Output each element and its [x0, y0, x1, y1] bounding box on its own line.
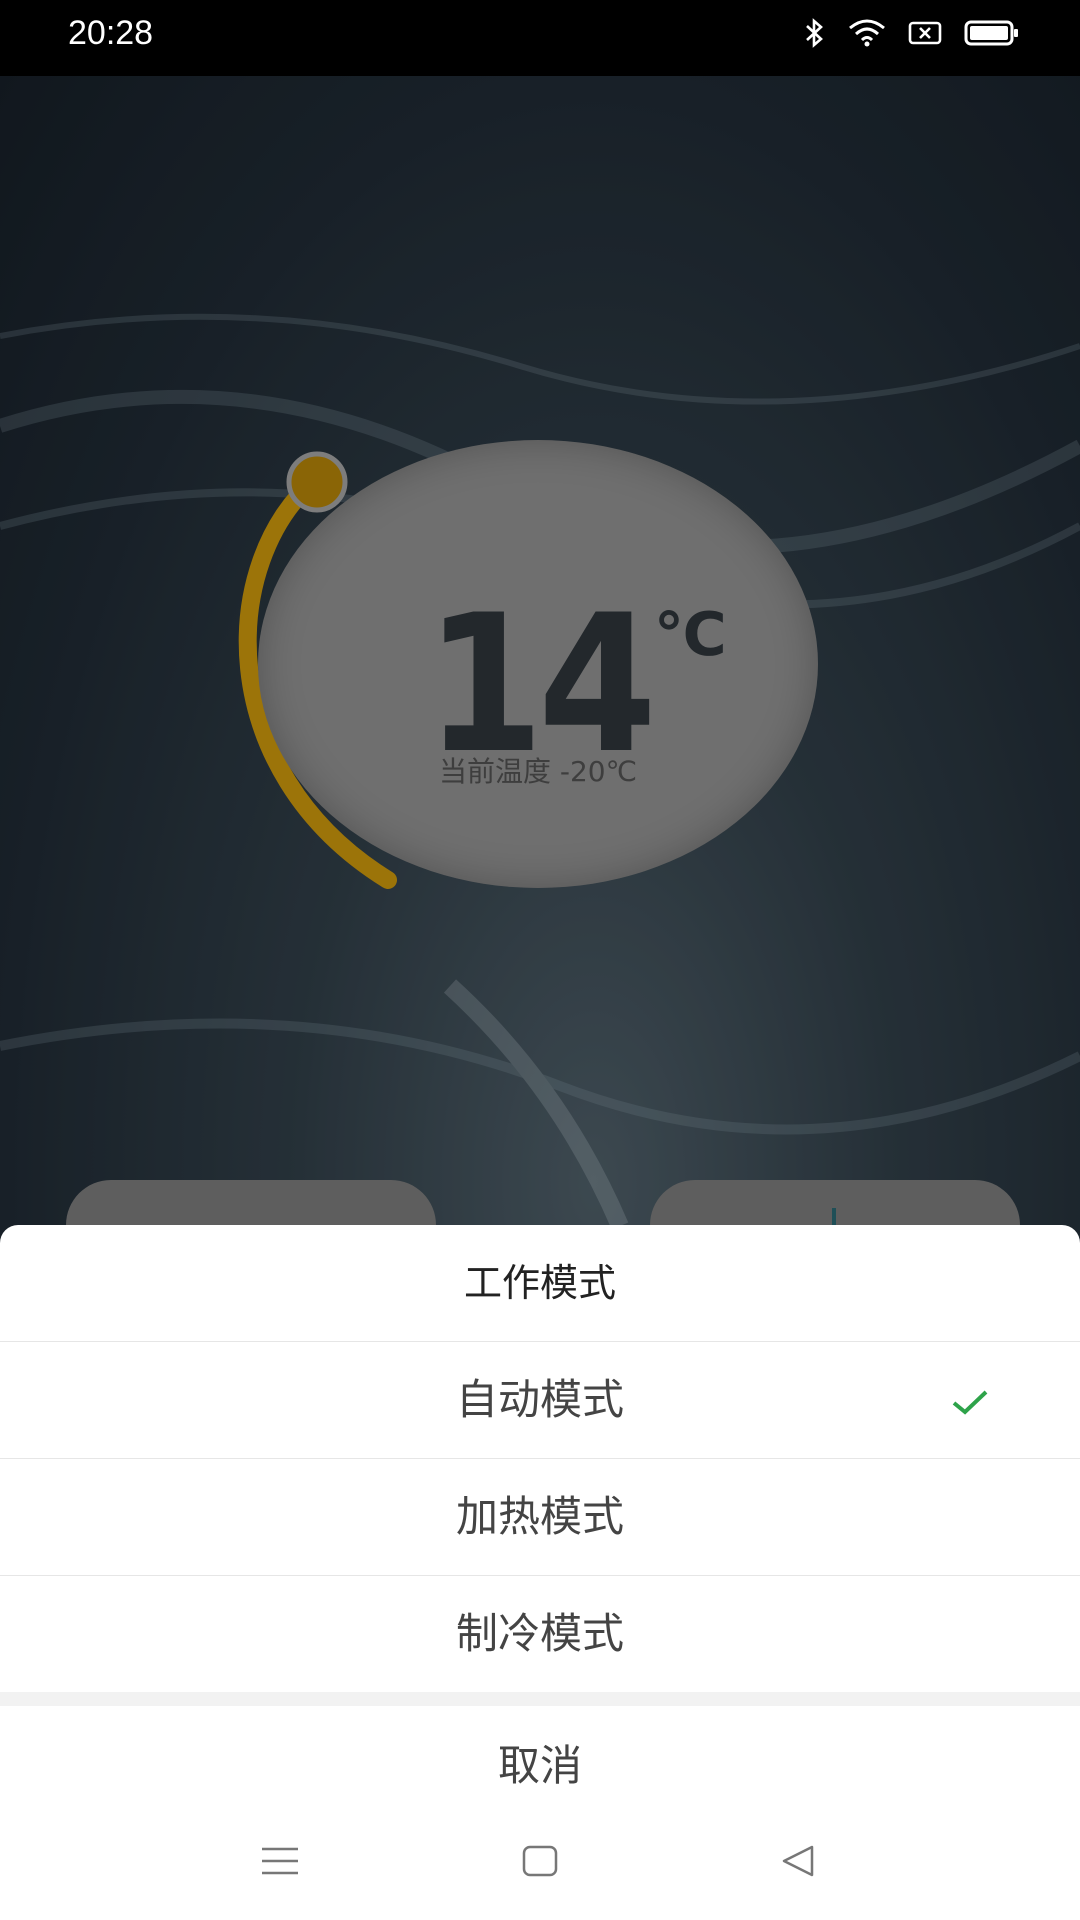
- sheet-title: 工作模式: [0, 1225, 1080, 1342]
- navigation-bar: [0, 1800, 1080, 1920]
- wifi-icon: [848, 18, 886, 52]
- battery-icon: [964, 19, 1020, 51]
- option-cooling-mode[interactable]: 制冷模式: [0, 1576, 1080, 1692]
- sheet-separator: [0, 1692, 1080, 1706]
- check-icon: [950, 1342, 990, 1458]
- current-temperature: 当前温度 -20℃: [438, 755, 638, 788]
- temperature-dial[interactable]: 14 ℃ 当前温度 -20℃: [210, 440, 850, 930]
- mode-bottom-sheet: 工作模式 自动模式 加热模式 制冷模式 取消: [0, 1225, 1080, 1920]
- back-icon[interactable]: [768, 1836, 828, 1886]
- temperature-unit: ℃: [654, 600, 727, 670]
- dial-knob[interactable]: [286, 451, 348, 513]
- bluetooth-icon: [804, 18, 826, 52]
- status-icons: [804, 18, 1020, 52]
- option-label: 自动模式: [455, 1375, 624, 1424]
- status-time: 20:28: [68, 14, 154, 52]
- option-auto-mode[interactable]: 自动模式: [0, 1342, 1080, 1459]
- option-label: 加热模式: [455, 1492, 624, 1541]
- menu-icon[interactable]: [250, 1836, 310, 1886]
- sim-icon: [908, 20, 942, 50]
- home-icon[interactable]: [510, 1836, 570, 1886]
- option-heating-mode[interactable]: 加热模式: [0, 1459, 1080, 1576]
- option-label: 制冷模式: [455, 1609, 624, 1658]
- dial-face: 14 ℃ 当前温度 -20℃: [258, 440, 818, 888]
- status-bar: 20:28: [0, 0, 1080, 76]
